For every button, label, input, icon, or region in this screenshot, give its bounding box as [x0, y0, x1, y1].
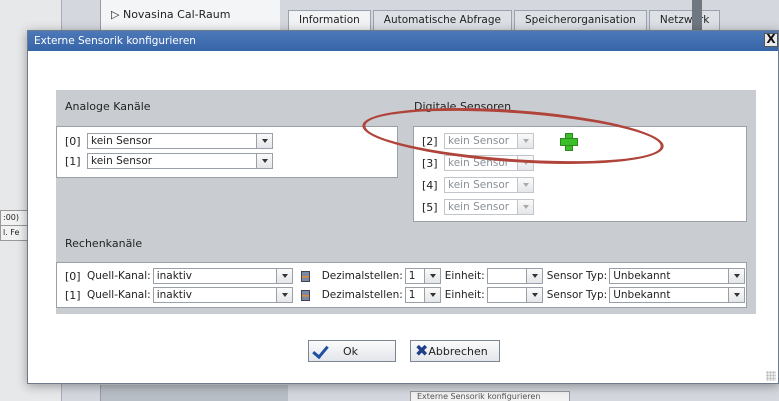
unit-select-1[interactable]: [486, 287, 543, 303]
digital-row-4: [4] kein Sensor: [422, 177, 534, 193]
chevron-down-icon[interactable]: [525, 269, 542, 283]
background-tab-auto-query[interactable]: Automatische Abfrage: [372, 10, 512, 32]
calc-channels-group: [0] Quell-Kanal: inaktiv Dezimalstellen:…: [56, 262, 747, 308]
calc-row-0: [0] Quell-Kanal: inaktiv Dezimalstellen:…: [65, 268, 746, 284]
sensor-type-select-0[interactable]: Unbekannt: [609, 268, 746, 284]
decimals-label: Dezimalstellen:: [321, 270, 403, 282]
select-value: kein Sensor: [91, 135, 153, 147]
calculator-icon[interactable]: [300, 289, 310, 301]
check-icon: [313, 344, 329, 358]
source-channel-label: Quell-Kanal:: [87, 289, 151, 301]
digital-index: [5]: [422, 200, 438, 214]
source-channel-select-1[interactable]: inaktiv: [152, 287, 293, 303]
add-sensor-icon[interactable]: [560, 133, 578, 151]
x-icon: ✖: [415, 341, 429, 360]
unit-select-0[interactable]: [486, 268, 543, 284]
resize-grip[interactable]: [766, 371, 776, 381]
analog-row-1: [1] kein Sensor: [65, 153, 273, 169]
background-cell: :00): [0, 210, 30, 226]
dialog-title: Externe Sensorik konfigurieren: [34, 35, 196, 47]
background-bottom-tab[interactable]: Externe Sensorik konfigurieren: [410, 391, 570, 401]
cancel-button[interactable]: ✖ Abbrechen: [410, 340, 500, 362]
background-tab-network[interactable]: Netzwerk: [648, 10, 721, 32]
analog-channels-label: Analoge Kanäle: [65, 100, 151, 113]
background-tree: ▷ Novasina Cal-Raum: [100, 0, 280, 30]
select-value: kein Sensor: [91, 155, 153, 167]
chevron-down-icon[interactable]: [517, 156, 533, 170]
digital-index: [3]: [422, 156, 438, 170]
digital-sensor-select-3[interactable]: kein Sensor: [444, 155, 534, 171]
select-value: kein Sensor: [448, 135, 510, 147]
sensor-type-select-1[interactable]: Unbekannt: [609, 287, 746, 303]
digital-sensor-select-4[interactable]: kein Sensor: [444, 177, 534, 193]
chevron-down-icon[interactable]: [423, 288, 440, 302]
select-value: kein Sensor: [448, 201, 510, 213]
digital-row-2: [2] kein Sensor: [422, 133, 578, 151]
chevron-down-icon[interactable]: [517, 134, 533, 148]
digital-sensor-select-5[interactable]: kein Sensor: [444, 199, 534, 215]
analog-index: [0]: [65, 134, 81, 148]
background-tree-item[interactable]: ▷ Novasina Cal-Raum: [111, 8, 230, 21]
background-cell: l. Fe: [0, 225, 30, 241]
background-tab-information[interactable]: Information: [288, 10, 371, 32]
config-panel: Analoge Kanäle [0] kein Sensor [1] kein …: [56, 90, 756, 314]
select-value: Unbekannt: [613, 270, 671, 282]
background-tabs: Information Automatische Abfrage Speiche…: [288, 10, 722, 32]
chevron-down-icon[interactable]: [275, 288, 292, 302]
chevron-down-icon[interactable]: [728, 288, 745, 302]
background-tab-storage[interactable]: Speicherorganisation: [513, 10, 647, 32]
calc-index: [1]: [65, 288, 81, 302]
calc-index: [0]: [65, 269, 81, 283]
analog-row-0: [0] kein Sensor: [65, 133, 273, 149]
chevron-down-icon[interactable]: [517, 178, 533, 192]
chevron-down-icon[interactable]: [423, 269, 440, 283]
source-channel-label: Quell-Kanal:: [87, 270, 151, 282]
select-value: kein Sensor: [448, 179, 510, 191]
cancel-button-label: Abbrechen: [428, 344, 488, 358]
background-strip: [100, 385, 288, 401]
close-button[interactable]: X: [764, 33, 778, 47]
sensor-config-dialog: Externe Sensorik konfigurieren X Analoge…: [27, 30, 779, 384]
digital-row-5: [5] kein Sensor: [422, 199, 534, 215]
digital-sensor-select-2[interactable]: kein Sensor: [444, 133, 534, 149]
calc-row-1: [1] Quell-Kanal: inaktiv Dezimalstellen:…: [65, 287, 746, 303]
select-value: Unbekannt: [613, 289, 671, 301]
chevron-down-icon[interactable]: [256, 154, 272, 168]
ok-button-label: Ok: [343, 344, 359, 358]
chevron-down-icon[interactable]: [517, 200, 533, 214]
analog-index: [1]: [65, 154, 81, 168]
select-value: kein Sensor: [448, 157, 510, 169]
chevron-down-icon[interactable]: [275, 269, 292, 283]
decimals-select-0[interactable]: 1: [404, 268, 441, 284]
dialog-titlebar: Externe Sensorik konfigurieren: [28, 31, 778, 51]
source-channel-select-0[interactable]: inaktiv: [152, 268, 293, 284]
digital-sensors-label: Digitale Sensoren: [414, 100, 512, 113]
chevron-down-icon[interactable]: [256, 134, 272, 148]
close-icon: X: [766, 32, 776, 46]
chevron-down-icon[interactable]: [728, 269, 745, 283]
decimals-label: Dezimalstellen:: [321, 289, 403, 301]
calculator-icon[interactable]: [300, 270, 310, 282]
select-value: inaktiv: [156, 270, 193, 282]
sensor-type-label: Sensor Typ:: [546, 289, 608, 301]
chevron-down-icon[interactable]: [525, 288, 542, 302]
digital-index: [4]: [422, 178, 438, 192]
digital-row-3: [3] kein Sensor: [422, 155, 534, 171]
calc-channels-label: Rechenkanäle: [65, 237, 143, 250]
background-scrollbar: [692, 0, 702, 30]
ok-button[interactable]: Ok: [308, 340, 396, 362]
analog-sensor-select-0[interactable]: kein Sensor: [87, 133, 273, 149]
digital-sensors-group: [2] kein Sensor [3] kein Sensor [4] kein…: [413, 126, 747, 222]
select-value: 1: [408, 289, 416, 301]
analog-sensor-select-1[interactable]: kein Sensor: [87, 153, 273, 169]
select-value: 1: [408, 270, 416, 282]
decimals-select-1[interactable]: 1: [404, 287, 441, 303]
analog-channels-group: [0] kein Sensor [1] kein Sensor: [56, 126, 398, 178]
sensor-type-label: Sensor Typ:: [546, 270, 608, 282]
unit-label: Einheit:: [444, 270, 485, 282]
select-value: inaktiv: [156, 289, 193, 301]
unit-label: Einheit:: [444, 289, 485, 301]
digital-index: [2]: [422, 134, 438, 148]
